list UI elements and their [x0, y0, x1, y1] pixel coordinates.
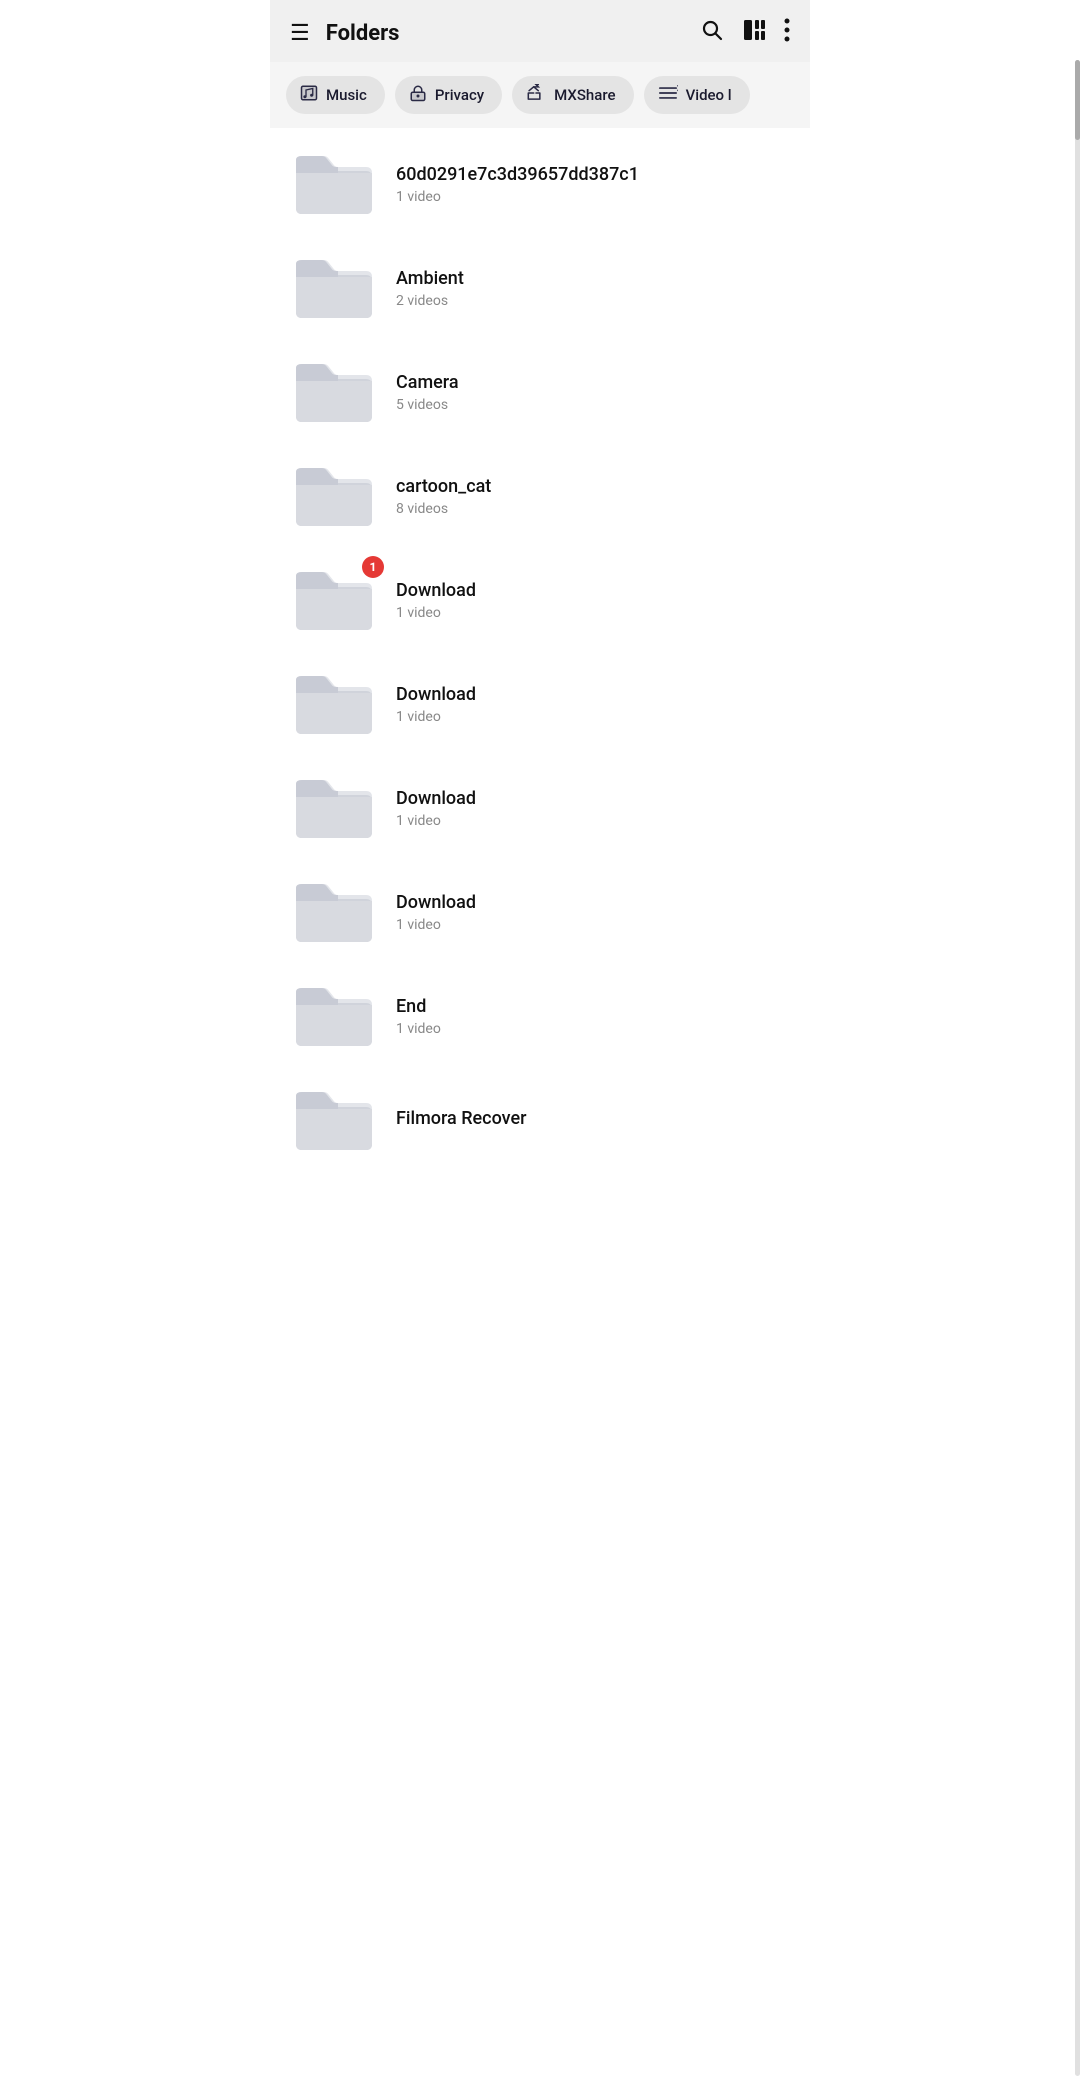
- page-title: Folders: [326, 21, 400, 46]
- folder-icon: [290, 874, 378, 946]
- folder-count: 1 video: [396, 605, 790, 621]
- scrollbar-thumb: [1075, 60, 1080, 140]
- folder-icon: [290, 146, 378, 218]
- chip-mxshare-label: MXShare: [554, 86, 615, 104]
- folder-name: Camera: [396, 372, 790, 393]
- folder-icon: [290, 770, 378, 842]
- folder-thumbnail-wrap: 1: [290, 562, 378, 638]
- folder-info: 60d0291e7c3d39657dd387c1 1 video: [396, 164, 790, 205]
- scrollbar-track: [1075, 60, 1080, 2076]
- chip-privacy-label: Privacy: [435, 86, 484, 104]
- hamburger-menu-icon[interactable]: ☰: [290, 21, 310, 46]
- videolist-chip-icon: [658, 84, 678, 106]
- folder-count: 1 video: [396, 1021, 790, 1037]
- folder-info: Download 1 video: [396, 892, 790, 933]
- folder-count: 1 video: [396, 189, 790, 205]
- folder-thumbnail-wrap: [290, 146, 378, 222]
- folder-name: Download: [396, 788, 790, 809]
- chip-music[interactable]: Music: [286, 76, 385, 114]
- folder-info: Filmora Recover: [396, 1108, 790, 1133]
- folder-name: Ambient: [396, 268, 790, 289]
- folder-name: Download: [396, 684, 790, 705]
- folder-thumbnail-wrap: [290, 874, 378, 950]
- folder-thumbnail-wrap: [290, 666, 378, 742]
- folder-item[interactable]: Download 1 video: [270, 756, 810, 860]
- folder-count: 5 videos: [396, 397, 790, 413]
- folder-item[interactable]: Ambient 2 videos: [270, 236, 810, 340]
- folder-thumbnail-wrap: [290, 458, 378, 534]
- folder-count: 1 video: [396, 709, 790, 725]
- folder-item[interactable]: cartoon_cat 8 videos: [270, 444, 810, 548]
- folder-icon: [290, 666, 378, 738]
- folder-item[interactable]: Download 1 video: [270, 652, 810, 756]
- folder-name: Download: [396, 580, 790, 601]
- folder-icon: [290, 354, 378, 426]
- folder-name: Download: [396, 892, 790, 913]
- folder-item[interactable]: Camera 5 videos: [270, 340, 810, 444]
- more-options-icon[interactable]: [784, 18, 790, 48]
- header-left: ☰ Folders: [290, 21, 399, 46]
- folder-item[interactable]: End 1 video: [270, 964, 810, 1068]
- chip-music-label: Music: [326, 86, 367, 104]
- folder-info: Download 1 video: [396, 788, 790, 829]
- folder-info: Download 1 video: [396, 684, 790, 725]
- folder-icon: [290, 250, 378, 322]
- folder-count: 1 video: [396, 917, 790, 933]
- folder-name: cartoon_cat: [396, 476, 790, 497]
- folder-item[interactable]: Filmora Recover: [270, 1068, 810, 1172]
- folder-name: 60d0291e7c3d39657dd387c1: [396, 164, 790, 185]
- folder-item[interactable]: Download 1 video: [270, 860, 810, 964]
- folder-count: 2 videos: [396, 293, 790, 309]
- chip-videolist-label: Video l: [686, 86, 732, 104]
- folder-list: 60d0291e7c3d39657dd387c1 1 video Ambient…: [270, 128, 810, 1176]
- folder-count: 1 video: [396, 813, 790, 829]
- chip-videolist[interactable]: Video l: [644, 76, 750, 114]
- folder-thumbnail-wrap: [290, 978, 378, 1054]
- folder-thumbnail-wrap: [290, 354, 378, 430]
- folder-icon: [290, 978, 378, 1050]
- folder-thumbnail-wrap: [290, 770, 378, 846]
- header-right: [700, 18, 790, 48]
- folder-info: cartoon_cat 8 videos: [396, 476, 790, 517]
- folder-thumbnail-wrap: [290, 250, 378, 326]
- folder-info: Camera 5 videos: [396, 372, 790, 413]
- folder-info: Download 1 video: [396, 580, 790, 621]
- layout-grid-icon[interactable]: [742, 18, 766, 48]
- chip-mxshare[interactable]: MXShare: [512, 76, 633, 114]
- app-header: ☰ Folders: [270, 0, 810, 62]
- chip-privacy[interactable]: Privacy: [395, 76, 502, 114]
- privacy-chip-icon: [409, 84, 427, 106]
- main-content: 60d0291e7c3d39657dd387c1 1 video Ambient…: [270, 128, 810, 1176]
- folder-name: End: [396, 996, 790, 1017]
- mxshare-chip-icon: [526, 84, 546, 106]
- folder-thumbnail-wrap: [290, 1082, 378, 1158]
- folder-item[interactable]: 1 Download 1 video: [270, 548, 810, 652]
- folder-icon: [290, 1082, 378, 1154]
- folder-info: End 1 video: [396, 996, 790, 1037]
- music-chip-icon: [300, 84, 318, 106]
- filter-chips-bar: Music Privacy MXShare: [270, 62, 810, 128]
- folder-item[interactable]: 60d0291e7c3d39657dd387c1 1 video: [270, 132, 810, 236]
- folder-info: Ambient 2 videos: [396, 268, 790, 309]
- folder-name: Filmora Recover: [396, 1108, 790, 1129]
- folder-icon: [290, 458, 378, 530]
- search-icon[interactable]: [700, 18, 724, 48]
- folder-count: 8 videos: [396, 501, 790, 517]
- folder-badge: 1: [362, 556, 384, 578]
